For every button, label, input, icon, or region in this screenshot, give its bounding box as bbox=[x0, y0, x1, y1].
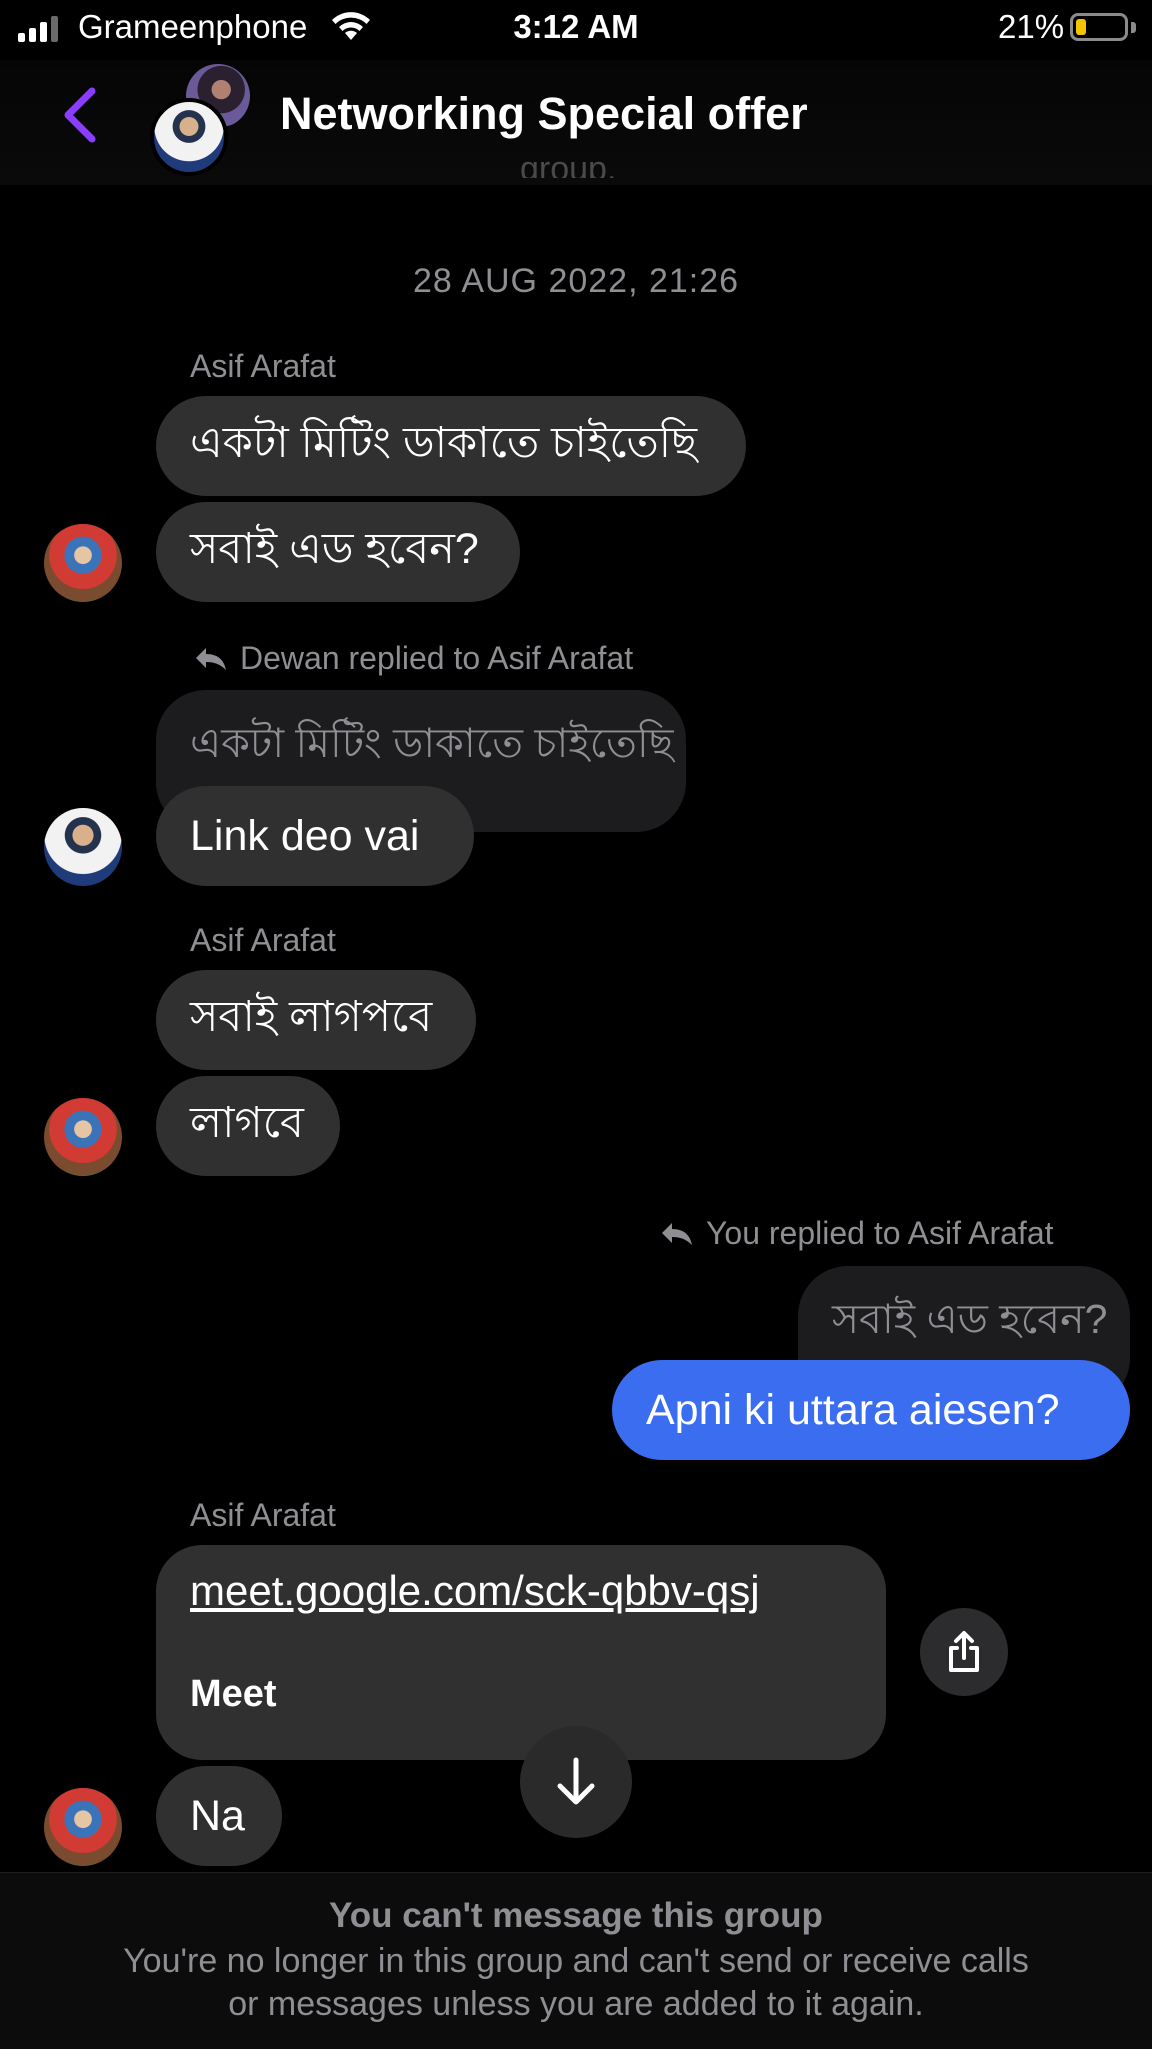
reply-arrow-icon bbox=[196, 647, 226, 670]
notice-title: You can't message this group bbox=[329, 1896, 823, 1935]
reply-arrow-icon bbox=[662, 1222, 692, 1245]
message-timestamp: 28 AUG 2022, 21:26 bbox=[412, 262, 740, 300]
reply-label: You replied to Asif Arafat bbox=[660, 1215, 1054, 1252]
arrow-down-icon bbox=[557, 1757, 595, 1805]
group-avatar[interactable] bbox=[148, 62, 258, 176]
notice-line: or messages unless you are added to it a… bbox=[228, 1985, 924, 2023]
scroll-to-bottom-button[interactable] bbox=[520, 1726, 632, 1838]
cut-off-message: group. bbox=[520, 150, 617, 178]
link-title: Meet bbox=[190, 1673, 277, 1715]
message-bubble[interactable]: Link deo vai bbox=[156, 786, 474, 886]
link-url[interactable]: meet.google.com/sck-qbbv-qsj bbox=[190, 1567, 852, 1615]
sender-avatar[interactable] bbox=[44, 1098, 122, 1176]
sender-name: Asif Arafat bbox=[190, 922, 336, 958]
notice-text: You're no longer in this group and can't… bbox=[50, 1940, 1102, 2026]
my-message-bubble[interactable]: Apni ki uttara aiesen? bbox=[612, 1360, 1130, 1460]
reply-label-text: Dewan replied to Asif Arafat bbox=[240, 640, 634, 676]
share-icon bbox=[949, 1631, 979, 1672]
sender-name: Asif Arafat bbox=[190, 1497, 336, 1533]
message-bubble[interactable]: একটা মিটিং ডাকাতে চাইতেছি bbox=[156, 396, 746, 496]
message-bubble[interactable]: Na bbox=[156, 1766, 282, 1866]
message-bubble[interactable]: সবাই এড হবেন? bbox=[156, 502, 520, 602]
sender-name: Asif Arafat bbox=[190, 348, 336, 384]
message-bubble[interactable]: লাগবে bbox=[156, 1076, 340, 1176]
link-preview-card[interactable]: meet.google.com/sck-qbbv-qsj Meet bbox=[156, 1545, 886, 1760]
message-bubble[interactable]: সবাই লাগপবে bbox=[156, 970, 476, 1070]
member-avatar bbox=[150, 98, 228, 176]
back-button[interactable] bbox=[50, 80, 110, 150]
battery-tip bbox=[1131, 22, 1136, 33]
battery-percent: 21% bbox=[998, 8, 1065, 45]
share-button[interactable] bbox=[920, 1608, 1008, 1696]
status-time: 3:12 AM bbox=[513, 8, 639, 45]
battery-icon bbox=[1070, 13, 1128, 41]
sender-avatar[interactable] bbox=[44, 808, 122, 886]
notice-line: You're no longer in this group and can't… bbox=[123, 1942, 1029, 1980]
status-bar: Grameenphone 3:12 AM 21% bbox=[0, 0, 1152, 60]
reply-label-text: You replied to Asif Arafat bbox=[706, 1215, 1054, 1251]
sender-avatar[interactable] bbox=[44, 524, 122, 602]
reply-label: Dewan replied to Asif Arafat bbox=[194, 640, 633, 677]
chat-title[interactable]: Networking Special offer bbox=[280, 88, 808, 140]
sender-avatar[interactable] bbox=[44, 1788, 122, 1866]
chevron-left-icon bbox=[64, 87, 96, 143]
